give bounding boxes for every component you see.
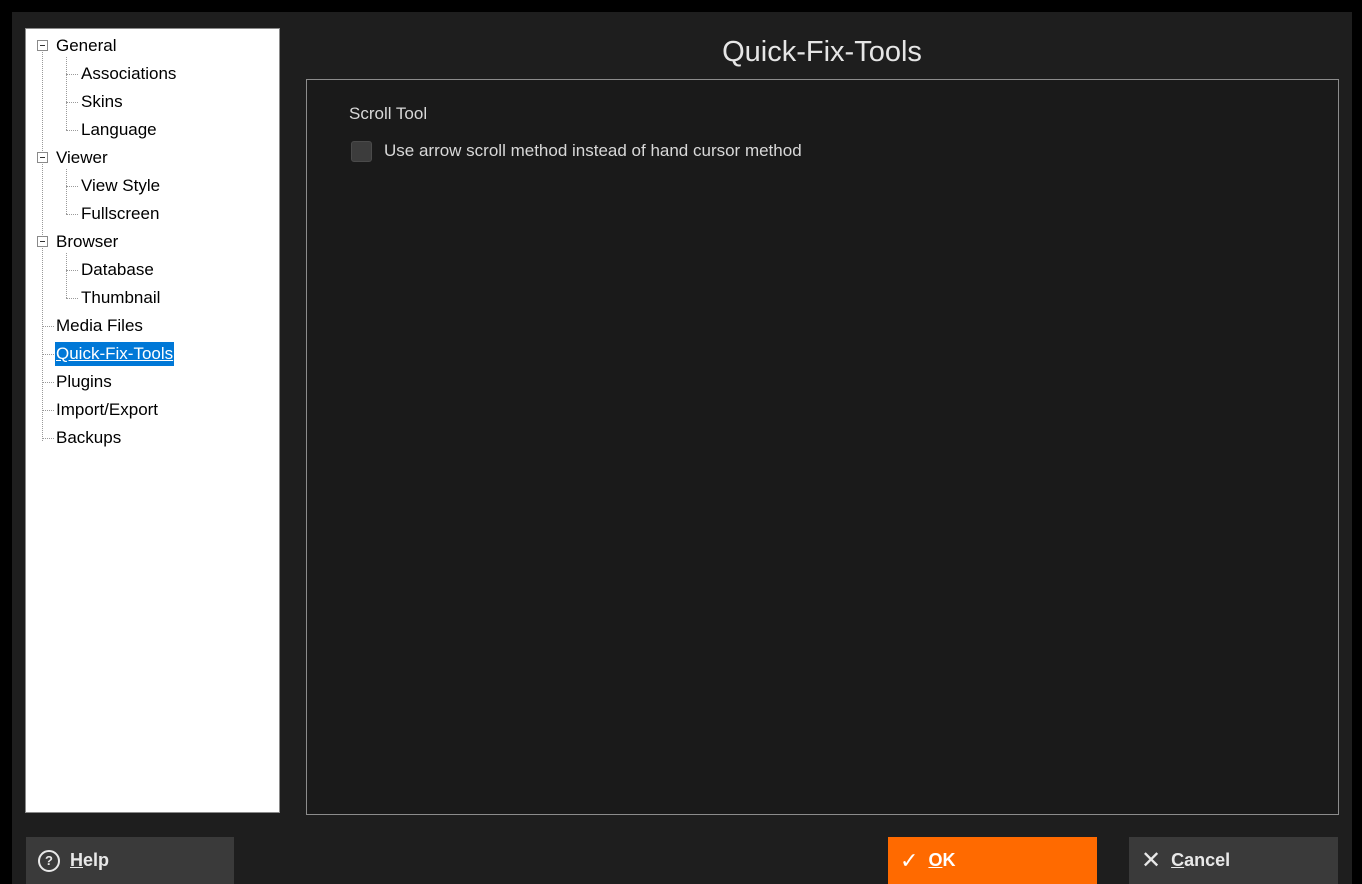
tree-item-label: Plugins	[56, 372, 112, 391]
help-label: Help	[70, 850, 109, 871]
settings-tree[interactable]: General Associations Skins Language View…	[25, 28, 280, 813]
tree-item-associations[interactable]: Associations	[26, 60, 276, 88]
checkbox-label[interactable]: Use arrow scroll method instead of hand …	[384, 141, 802, 161]
tree-item-label: Backups	[56, 428, 122, 447]
tree-item-fullscreen[interactable]: Fullscreen	[26, 200, 276, 228]
close-icon: ✕	[1141, 847, 1162, 874]
arrow-scroll-option[interactable]: Use arrow scroll method instead of hand …	[351, 139, 802, 163]
cancel-button[interactable]: ✕ Cancel	[1129, 837, 1338, 884]
tree-item-label: Database	[81, 260, 154, 279]
tree-item-skins[interactable]: Skins	[26, 88, 276, 116]
tree-item-language[interactable]: Language	[26, 116, 276, 144]
tree-item-backups[interactable]: Backups	[26, 424, 276, 452]
tree-item-quick-fix-tools[interactable]: Quick-Fix-Tools	[26, 340, 276, 368]
tree-item-label: Viewer	[56, 148, 108, 167]
tree-item-label: Browser	[56, 232, 119, 251]
tree-item-thumbnail[interactable]: Thumbnail	[26, 284, 276, 312]
page-title: Quick-Fix-Tools	[722, 36, 922, 68]
collapse-icon[interactable]	[37, 152, 48, 163]
collapse-icon[interactable]	[37, 236, 48, 247]
tree-item-media-files[interactable]: Media Files	[26, 312, 276, 340]
tree-item-database[interactable]: Database	[26, 256, 276, 284]
cancel-label: Cancel	[1171, 850, 1230, 871]
settings-group: Scroll Tool Use arrow scroll method inst…	[306, 79, 1339, 815]
tree-item-browser[interactable]: Browser	[26, 228, 276, 256]
tree-item-general[interactable]: General	[26, 32, 276, 60]
tree-item-label: General	[56, 36, 117, 55]
help-hotkey: H	[70, 850, 83, 870]
tree-item-label: Import/Export	[56, 400, 159, 419]
checkmark-icon: ✓	[900, 847, 919, 873]
tree-item-label: Quick-Fix-Tools	[55, 342, 175, 366]
arrow-scroll-checkbox[interactable]	[351, 140, 372, 162]
ok-label-rest: K	[942, 850, 956, 870]
tree-item-label: Skins	[81, 92, 123, 111]
tree-item-label: Associations	[81, 64, 177, 83]
tree-item-label: View Style	[81, 176, 161, 195]
tree-item-plugins[interactable]: Plugins	[26, 368, 276, 396]
tree-item-label: Fullscreen	[81, 204, 160, 223]
ok-button[interactable]: ✓ OK	[888, 837, 1097, 884]
cancel-hotkey: C	[1171, 850, 1185, 870]
collapse-icon[interactable]	[37, 40, 48, 51]
cancel-label-rest: ancel	[1184, 850, 1231, 870]
ok-hotkey: O	[928, 850, 943, 870]
tree-item-import-export[interactable]: Import/Export	[26, 396, 276, 424]
tree-item-viewer[interactable]: Viewer	[26, 144, 276, 172]
tree-item-view-style[interactable]: View Style	[26, 172, 276, 200]
tree-item-label: Media Files	[56, 316, 143, 335]
tree-item-label: Language	[81, 120, 157, 139]
ok-label: OK	[928, 850, 955, 871]
help-label-rest: elp	[83, 850, 110, 870]
help-circle-icon: ?	[38, 849, 60, 872]
settings-dialog: General Associations Skins Language View…	[12, 12, 1352, 884]
help-button[interactable]: ? Help	[26, 837, 234, 884]
tree-item-label: Thumbnail	[81, 288, 161, 307]
group-label: Scroll Tool	[349, 104, 428, 123]
